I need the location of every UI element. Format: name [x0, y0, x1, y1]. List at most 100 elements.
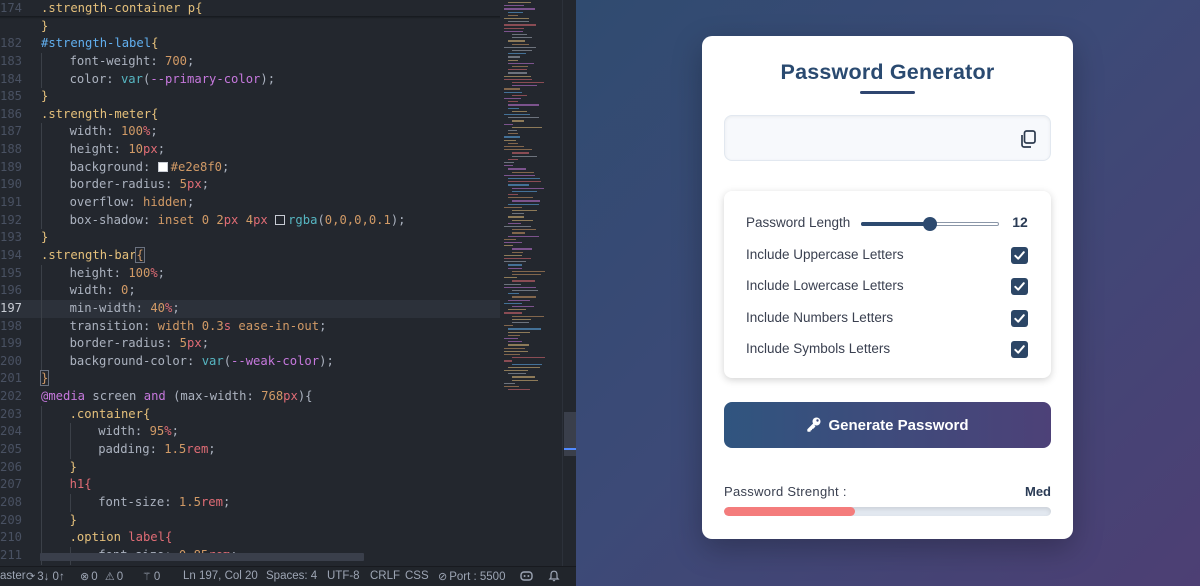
line-number: 200 — [0, 353, 23, 368]
numbers-checkbox[interactable] — [1011, 310, 1028, 327]
vertical-scrollbar[interactable] — [562, 0, 576, 566]
code-line[interactable]: 194 .strength-bar{ — [0, 246, 500, 265]
status-sync[interactable]: ⟳ 3↓ 0↑ — [26, 570, 65, 583]
code-line[interactable]: 185} — [0, 88, 500, 106]
line-number: 183 — [0, 53, 23, 68]
code-line[interactable]: 184 color: var(--primary-color); — [0, 70, 500, 89]
code-token: font-weight — [69, 53, 151, 68]
code-line[interactable]: 209} — [0, 511, 500, 530]
minimap-line — [504, 258, 531, 260]
broadcast-icon: ⚚ — [142, 571, 152, 583]
code-line[interactable]: 187 width: 100%; — [0, 123, 500, 142]
indent-guide — [41, 70, 42, 89]
code-line[interactable]: 206} — [0, 458, 500, 477]
code-line[interactable]: 195 height: 100%; — [0, 264, 500, 283]
symbols-checkbox[interactable] — [1011, 341, 1028, 358]
horizontal-scrollbar[interactable] — [40, 553, 364, 561]
code-token: (max-width: — [165, 389, 262, 404]
minimap-line — [504, 149, 532, 151]
code-line[interactable]: 182 #strength-label{ — [0, 35, 500, 53]
code-line[interactable]: } — [0, 18, 500, 36]
code-line[interactable]: 207 h1{ — [0, 476, 500, 494]
minimap[interactable] — [500, 0, 562, 566]
code-line[interactable]: 196 width: 0; — [0, 282, 500, 300]
code-token: #e2e8f0 — [170, 159, 223, 174]
status-ports[interactable]: ⚚ 0 — [142, 570, 160, 583]
minimap-line — [512, 210, 538, 212]
status-live-server[interactable]: ⊘ Port : 5500 — [438, 570, 505, 583]
code-token: 40 — [150, 300, 166, 315]
code-token: : — [164, 336, 180, 351]
code-line[interactable]: 188 height: 10px; — [0, 141, 500, 159]
status-eol[interactable]: CRLF — [370, 570, 400, 582]
minimap-line — [504, 91, 523, 93]
code-token: .strength-container p{ — [41, 1, 203, 15]
copy-icon[interactable] — [1017, 128, 1039, 150]
lowercase-checkbox[interactable] — [1011, 278, 1028, 295]
code-token: width — [69, 124, 107, 139]
code-text: #strength-label{ — [41, 35, 158, 53]
code-text: font-weight: 700; — [70, 53, 195, 71]
code-line[interactable]: 201} — [0, 370, 500, 388]
code-line[interactable]: 208 font-size: 1.5rem; — [0, 493, 500, 512]
generate-button-content: Generate Password — [724, 416, 1051, 436]
code-area[interactable]: 174 .strength-container p{} 182 #strength-l… — [0, 0, 500, 566]
code-token: .container{ — [69, 406, 151, 421]
code-line[interactable]: 191 overflow: hidden; — [0, 194, 500, 212]
minimap-line — [512, 290, 539, 292]
code-token: 768 — [261, 389, 284, 404]
minimap-line — [504, 30, 523, 33]
line-number: 194 — [0, 247, 23, 262]
minimap-line — [504, 338, 519, 340]
code-line[interactable]: 204 width: 95%; — [0, 423, 500, 442]
code-text: font-size: 1.5rem; — [98, 494, 230, 512]
copilot-icon[interactable] — [520, 570, 533, 585]
slider-thumb[interactable] — [923, 217, 937, 231]
page-title: Password Generator — [780, 60, 995, 84]
code-line[interactable]: 210 .option label{ — [0, 529, 500, 547]
code-line[interactable]: 186 .strength-meter{ — [0, 106, 500, 124]
code-text: @media screen and (max-width: 768px){ — [41, 388, 313, 406]
code-line[interactable]: 189 background: #e2e8f0; — [0, 158, 500, 177]
code-token: 1.5 — [164, 442, 187, 457]
code-token: 95 — [149, 424, 165, 439]
code-line[interactable]: 174 .strength-container p{ — [0, 0, 500, 18]
password-output[interactable] — [724, 115, 1051, 161]
minimap-line — [504, 139, 517, 141]
sticky-scroll-shadow — [0, 16, 500, 19]
code-token: ); — [260, 71, 276, 86]
status-branch[interactable]: aster — [0, 570, 26, 582]
code-line[interactable]: 202 @media screen and (max-width: 768px){ — [0, 388, 500, 406]
status-cursor-position[interactable]: Ln 197, Col 20 — [183, 570, 258, 582]
status-problems[interactable]: ⊗ 0 ⚠ 0 — [80, 570, 123, 583]
code-token: rgba — [288, 212, 318, 227]
status-language[interactable]: CSS — [405, 570, 429, 582]
code-line[interactable]: 193} — [0, 229, 500, 247]
length-slider[interactable] — [861, 217, 999, 231]
minimap-line — [508, 331, 531, 333]
code-line[interactable]: 199 border-radius: 5px; — [0, 335, 500, 353]
code-token: : — [149, 442, 165, 457]
code-line[interactable]: 183 font-weight: 700; — [0, 52, 500, 71]
code-line[interactable]: 200 background-color: var(--weak-color); — [0, 352, 500, 371]
code-line[interactable]: 198 transition: width 0.3s ease-in-out; — [0, 317, 500, 336]
code-line[interactable]: 192 box-shadow: inset 0 2px 4px rgba(0,0,… — [0, 211, 500, 230]
status-indentation[interactable]: Spaces: 4 — [266, 570, 317, 582]
code-token: inset — [157, 212, 202, 227]
code-line[interactable]: 190 border-radius: 5px; — [0, 176, 500, 195]
generate-password-button[interactable]: Generate Password — [724, 402, 1051, 448]
minimap-line — [504, 302, 523, 305]
bell-icon[interactable] — [548, 570, 560, 585]
color-swatch[interactable] — [157, 161, 168, 172]
color-swatch[interactable] — [275, 214, 286, 225]
indent-guide — [41, 529, 42, 547]
status-encoding[interactable]: UTF-8 — [327, 570, 360, 582]
code-line[interactable]: 197 min-width: 40%; — [0, 299, 500, 318]
option-numbers-label: Include Numbers Letters — [746, 310, 894, 325]
code-line[interactable]: 203 .container{ — [0, 405, 500, 424]
code-editor[interactable]: 174 .strength-container p{} 182 #strength-l… — [0, 0, 576, 566]
code-line[interactable]: 205 padding: 1.5rem; — [0, 441, 500, 459]
uppercase-checkbox[interactable] — [1011, 247, 1028, 264]
indent-guide — [41, 423, 42, 442]
browser-preview: Password Generator Password Length 12 In… — [576, 0, 1200, 586]
